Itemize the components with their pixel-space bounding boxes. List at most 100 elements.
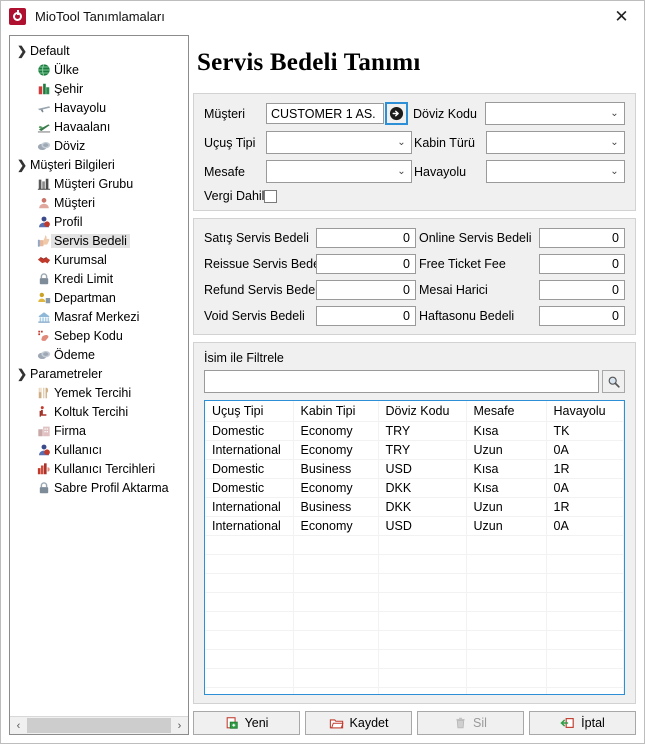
arrow-right-circle-icon[interactable] — [385, 102, 408, 125]
table-cell: Kısa — [466, 459, 547, 479]
column-header[interactable]: Havayolu — [546, 401, 624, 422]
close-icon[interactable]: ✕ — [599, 1, 644, 31]
scroll-right-icon[interactable]: › — [171, 717, 188, 734]
chevron-right-icon[interactable]: ❯ — [14, 367, 30, 381]
doviz-kodu-select[interactable]: ⌄ — [485, 102, 625, 125]
sidebar-item-departman[interactable]: Departman — [10, 288, 188, 307]
yeni-button[interactable]: Yeni — [193, 711, 300, 735]
miotool-logo-icon — [9, 7, 26, 25]
sidebar-item-profil[interactable]: Profil — [10, 212, 188, 231]
sidebar-item-servis-bedeli[interactable]: Servis Bedeli — [10, 231, 188, 250]
customer-icon — [34, 196, 54, 210]
ucus-tipi-select[interactable]: ⌄ — [266, 131, 412, 154]
sidebar-item-kullan-c-tercihleri[interactable]: Kullanıcı Tercihleri — [10, 459, 188, 478]
magnifier-icon[interactable] — [602, 370, 625, 393]
sidebar-item-m-teri-grubu[interactable]: Müşteri Grubu — [10, 174, 188, 193]
column-header[interactable]: Uçuş Tipi — [205, 401, 294, 422]
sidebar-item-parametreler[interactable]: ❯ Parametreler — [10, 364, 188, 383]
sidebar-item-havaalan[interactable]: Havaalanı — [10, 117, 188, 136]
service-fee-grid[interactable]: Uçuş Tipi Kabin Tipi Döviz Kodu Mesafe Havay… — [204, 400, 625, 695]
airport-icon — [34, 120, 54, 134]
table-cell-empty — [466, 554, 547, 574]
sidebar-item-havayolu[interactable]: Havayolu — [10, 98, 188, 117]
sidebar-item-sabre-profil-aktarma[interactable]: Sabre Profil Aktarma — [10, 478, 188, 497]
table-cell: Business — [293, 459, 379, 479]
table-row[interactable]: International Economy USD Uzun 0A — [205, 516, 624, 536]
kaydet-button[interactable]: Kaydet — [305, 711, 412, 735]
tree-horizontal-scrollbar[interactable]: ‹ › — [10, 716, 188, 734]
table-cell: Kısa — [466, 478, 547, 498]
musteri-label: Müşteri — [204, 106, 245, 121]
iptal-button[interactable]: İptal — [529, 711, 636, 735]
satis-servis-bedeli-row: Satış Servis Bedeli Online Servis Bedeli — [204, 228, 625, 248]
table-cell: TK — [546, 421, 624, 441]
sidebar-item-yemek-tercihi[interactable]: Yemek Tercihi — [10, 383, 188, 402]
column-header[interactable]: Kabin Tipi — [293, 401, 379, 422]
sidebar-item-deme[interactable]: Ödeme — [10, 345, 188, 364]
column-header[interactable]: Döviz Kodu — [378, 401, 467, 422]
table-row-empty[interactable] — [205, 592, 624, 612]
table-cell: Economy — [293, 478, 379, 498]
table-row[interactable]: Domestic Economy TRY Kısa TK — [205, 421, 624, 441]
main-window: MioTool Tanımlamaları ✕ ❯ Default Ülke Şehi… — [0, 0, 645, 744]
kabin-turu-select[interactable]: ⌄ — [486, 131, 625, 154]
mesai-harici-input[interactable] — [539, 280, 625, 300]
table-row-empty[interactable] — [205, 554, 624, 574]
sidebar-item-masraf-merkezi[interactable]: Masraf Merkezi — [10, 307, 188, 326]
chevron-right-icon[interactable]: ❯ — [14, 158, 30, 172]
content-area: ❯ Default Ülke Şehir Havayolu Havaalanı Döviz ❯… — [1, 31, 644, 743]
sidebar-item-ehir[interactable]: Şehir — [10, 79, 188, 98]
sidebar-item-koltuk-tercihi[interactable]: Koltuk Tercihi — [10, 402, 188, 421]
satis-servis-bedeli-input[interactable] — [316, 228, 416, 248]
haftasonu-bedeli-input[interactable] — [539, 306, 625, 326]
table-row[interactable]: International Business DKK Uzun 1R — [205, 497, 624, 517]
sidebar-item-lke[interactable]: Ülke — [10, 60, 188, 79]
sidebar-item-label: Kullanıcı — [54, 442, 102, 457]
filter-input[interactable] — [204, 370, 599, 393]
chevron-right-icon[interactable]: ❯ — [14, 44, 30, 58]
sidebar-item-firma[interactable]: Firma — [10, 421, 188, 440]
table-row[interactable]: Domestic Economy DKK Kısa 0A — [205, 478, 624, 498]
table-cell-empty — [205, 592, 294, 612]
refund-servis-bedeli-input[interactable] — [316, 280, 416, 300]
navigation-tree[interactable]: ❯ Default Ülke Şehir Havayolu Havaalanı Döviz ❯… — [10, 36, 188, 716]
sidebar-item-label: Şehir — [54, 81, 84, 96]
column-header[interactable]: Mesafe — [466, 401, 547, 422]
sidebar-item-sebep-kodu[interactable]: Sebep Kodu — [10, 326, 188, 345]
table-row[interactable]: International Economy TRY Uzun 0A — [205, 440, 624, 460]
table-row-empty[interactable] — [205, 630, 624, 650]
sidebar-item-m-teri[interactable]: Müşteri — [10, 193, 188, 212]
table-cell-empty — [546, 630, 624, 650]
musteri-input[interactable] — [266, 103, 384, 124]
online-servis-bedeli-input[interactable] — [539, 228, 625, 248]
sidebar-item-kredi-limit[interactable]: Kredi Limit — [10, 269, 188, 288]
table-row-empty[interactable] — [205, 573, 624, 593]
chevron-down-icon: ⌄ — [397, 166, 406, 177]
table-row-empty[interactable] — [205, 668, 624, 688]
table-cell-empty — [378, 535, 467, 555]
scrollbar-thumb[interactable] — [27, 718, 171, 733]
havayolu-select[interactable]: ⌄ — [486, 160, 625, 183]
table-cell: International — [205, 516, 294, 536]
vergi-dahil-checkbox[interactable] — [264, 189, 278, 203]
table-row-empty[interactable] — [205, 687, 624, 694]
void-servis-bedeli-input[interactable] — [316, 306, 416, 326]
sidebar-item-kurumsal[interactable]: Kurumsal — [10, 250, 188, 269]
lock-transfer-icon — [34, 481, 54, 495]
mesafe-select[interactable]: ⌄ — [266, 160, 412, 183]
scrollbar-track[interactable] — [27, 717, 171, 734]
free-ticket-fee-input[interactable] — [539, 254, 625, 274]
table-row-empty[interactable] — [205, 649, 624, 669]
sidebar-item-kullan-c[interactable]: Kullanıcı — [10, 440, 188, 459]
sidebar-item-m-teri-bilgileri[interactable]: ❯ Müşteri Bilgileri — [10, 155, 188, 174]
table-row-empty[interactable] — [205, 611, 624, 631]
save-folder-icon — [329, 716, 344, 730]
sidebar-item-default[interactable]: ❯ Default — [10, 41, 188, 60]
table-cell: Domestic — [205, 478, 294, 498]
table-cell-empty — [205, 630, 294, 650]
reissue-servis-bedeli-input[interactable] — [316, 254, 416, 274]
sidebar-item-d-viz[interactable]: Döviz — [10, 136, 188, 155]
scroll-left-icon[interactable]: ‹ — [10, 717, 27, 734]
table-row-empty[interactable] — [205, 535, 624, 555]
table-row[interactable]: Domestic Business USD Kısa 1R — [205, 459, 624, 479]
